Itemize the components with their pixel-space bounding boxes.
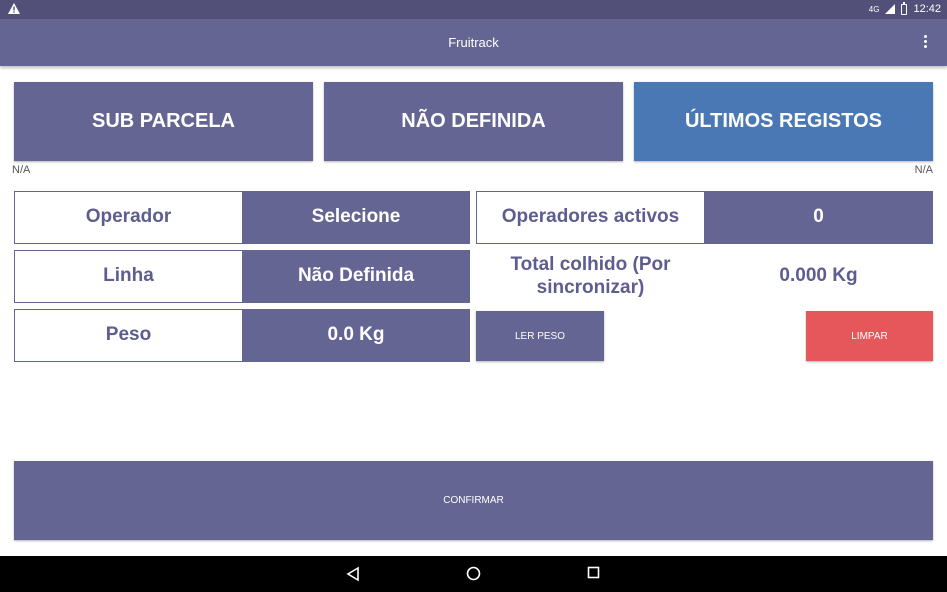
recents-icon[interactable] (587, 566, 600, 579)
home-icon[interactable] (466, 566, 481, 581)
status-bar: 4G 12:42 (0, 0, 947, 19)
nao-definida-button[interactable]: NÃO DEFINIDA (324, 82, 623, 161)
ultimos-registos-button[interactable]: ÚLTIMOS REGISTOS (634, 82, 933, 161)
overflow-menu-icon[interactable] (923, 35, 927, 48)
limpar-button[interactable]: LIMPAR (806, 311, 933, 361)
total-colhido-value: 0.000 Kg (779, 265, 858, 287)
network-label: 4G (868, 4, 880, 14)
app-title: Fruitrack (448, 35, 499, 50)
operador-select[interactable]: Selecione (242, 191, 470, 244)
peso-value: 0.0 Kg (242, 309, 470, 362)
back-icon[interactable] (346, 566, 360, 582)
linha-select[interactable]: Não Definida (242, 250, 470, 303)
sub-parcela-button[interactable]: SUB PARCELA (14, 82, 313, 161)
total-colhido-label: Total colhido (Por sincronizar) (510, 253, 671, 298)
na-left-label: N/A (12, 164, 31, 176)
operador-label: Operador (14, 191, 243, 244)
confirmar-button[interactable]: CONFIRMAR (14, 461, 933, 540)
ler-peso-button[interactable]: LER PESO (476, 311, 604, 361)
warning-icon (8, 3, 20, 17)
peso-label: Peso (14, 309, 243, 362)
operadores-activos-value: 0 (704, 191, 933, 244)
linha-label: Linha (14, 250, 243, 303)
na-right-label: N/A (914, 164, 933, 176)
status-time: 12:42 (913, 3, 941, 15)
app-bar: Fruitrack (0, 19, 947, 66)
navigation-bar (0, 556, 947, 592)
signal-icon (885, 4, 896, 14)
operadores-activos-label: Operadores activos (476, 191, 705, 244)
battery-icon (901, 1, 908, 15)
